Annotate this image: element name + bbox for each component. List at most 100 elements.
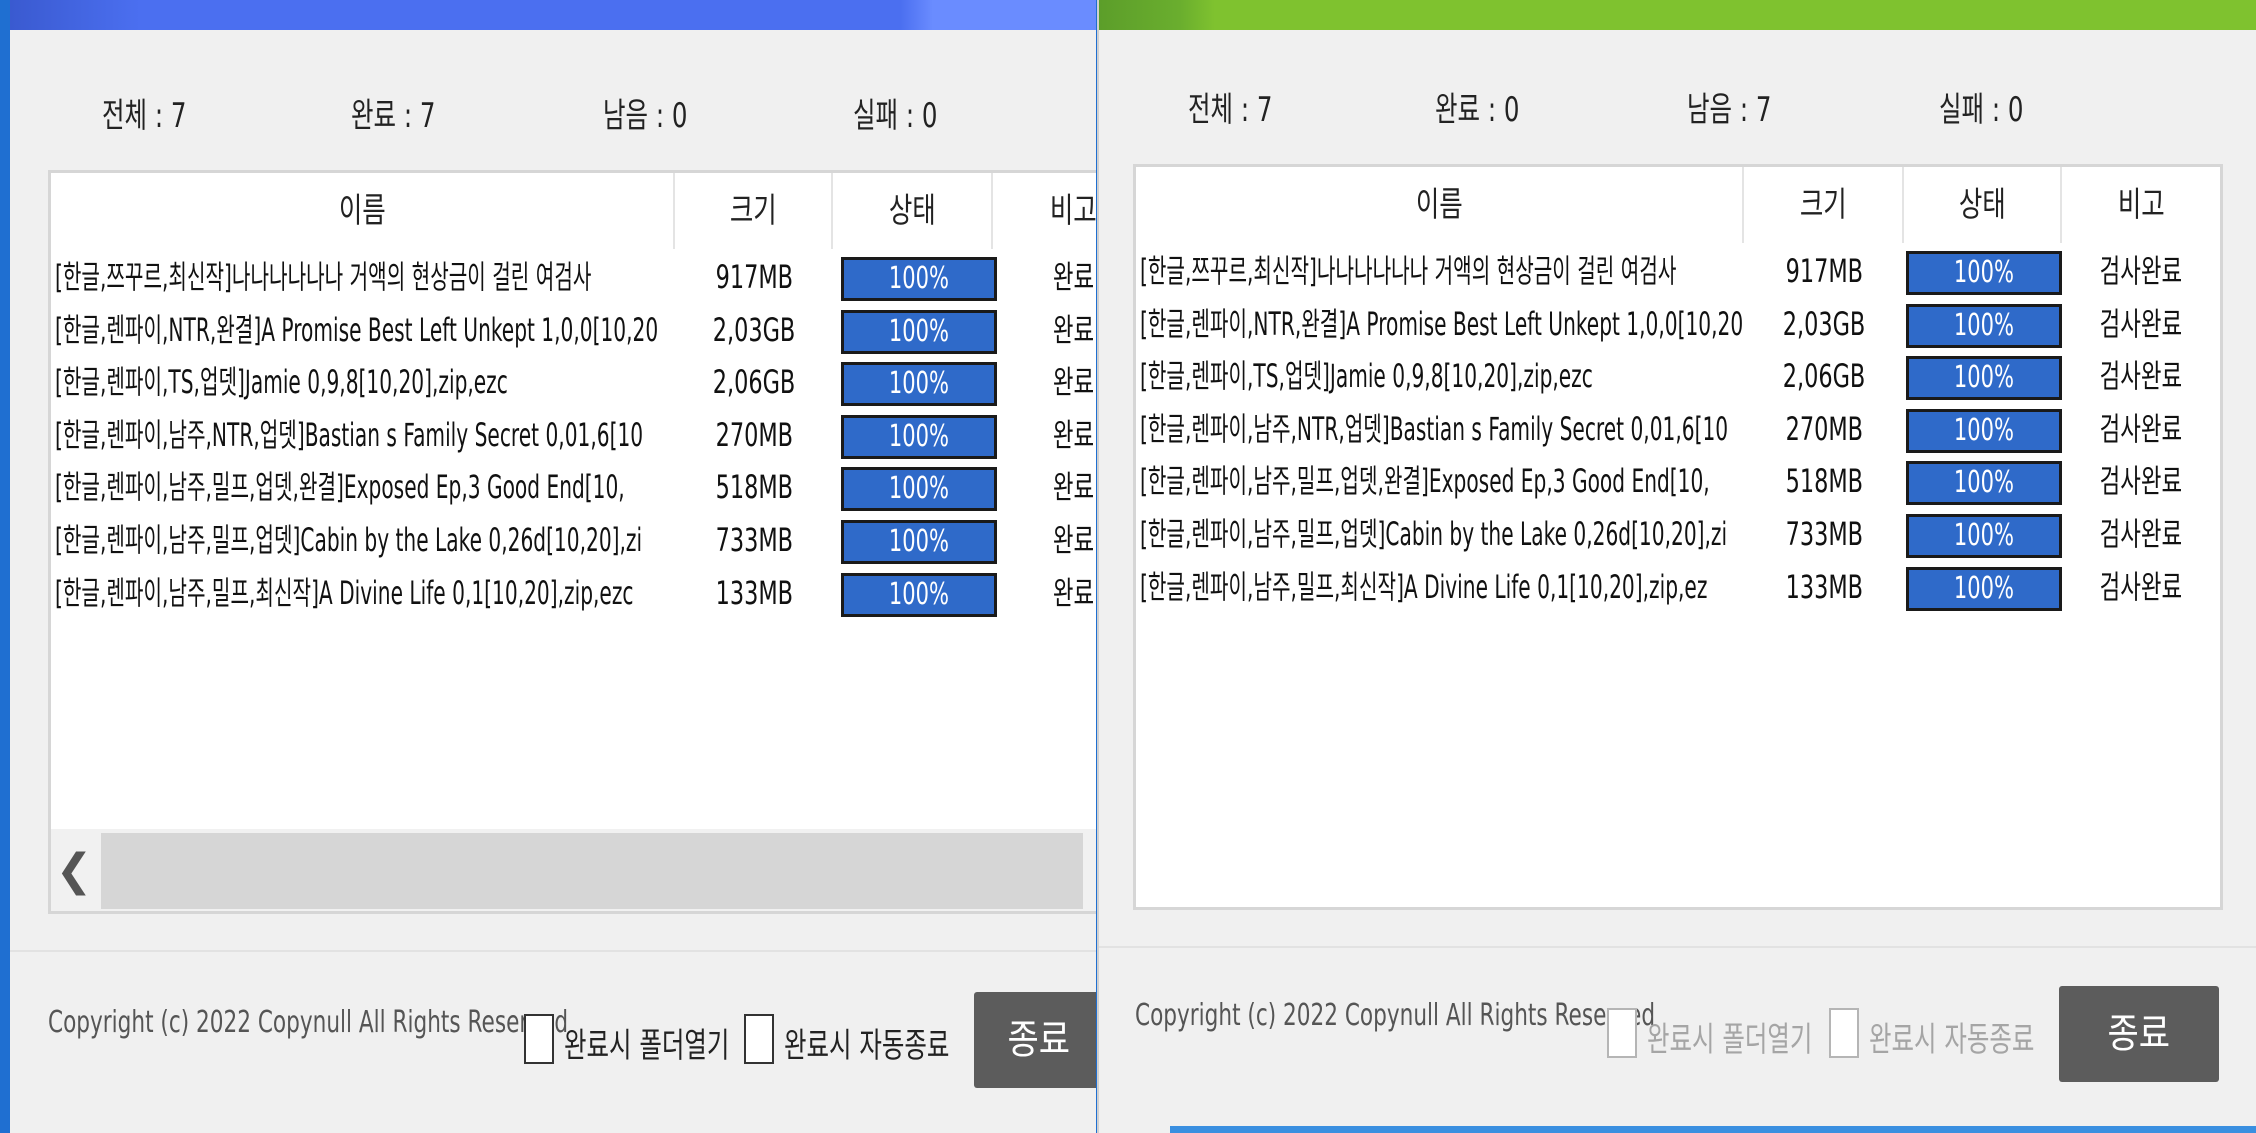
list-item[interactable]: [한글,렌파이,TS,업뎃]Jamie 0,9,8[10,20],zip,ezc… (1136, 350, 2220, 402)
file-size: 2,03GB (1782, 304, 1866, 343)
status-note: 완료 (1052, 415, 1094, 454)
title-bar[interactable] (10, 0, 1096, 30)
stat-done: 완료 : 7 (351, 96, 436, 136)
progress-bar: 100% (841, 257, 997, 301)
close-button[interactable]: 종료 (974, 992, 1096, 1088)
column-header-status[interactable]: 상태 (833, 173, 993, 249)
column-header-note[interactable]: 비고 (993, 173, 1096, 249)
status-note: 검사완료 (2099, 357, 2183, 396)
file-size: 917MB (1785, 252, 1863, 290)
file-name: [한글,렌파이,NTR,완결]A Promise Best Left Unkep… (55, 310, 659, 349)
column-header-size[interactable]: 크기 (1744, 167, 1904, 243)
column-header-size[interactable]: 크기 (675, 173, 833, 249)
list-item[interactable]: [한글,렌파이,남주,밀프,최신작]A Divine Life 0,1[10,2… (1136, 561, 2220, 613)
file-size: 270MB (1785, 409, 1863, 448)
file-size: 133MB (1785, 567, 1863, 606)
progress-bar: 100% (841, 414, 997, 459)
status-note: 검사완료 (2099, 304, 2183, 343)
stat-failed: 실패 : 0 (1939, 90, 2024, 130)
file-size: 518MB (1785, 462, 1863, 501)
checkbox-box[interactable] (524, 1014, 554, 1064)
progress-bar: 100% (1906, 461, 2062, 506)
progress-bar: 100% (841, 467, 997, 512)
file-size: 518MB (715, 468, 793, 507)
file-list[interactable]: 이름 크기 상태 비고 [한글,쯔꾸르,최신작]나나나나나나 거액의 현상금이 … (48, 170, 1096, 914)
column-header-name[interactable]: 이름 (51, 173, 675, 249)
stat-done: 완료 : 0 (1435, 90, 1520, 130)
list-item[interactable]: [한글,쯔꾸르,최신작]나나나나나나 거액의 현상금이 걸린 여검사 917MB 1… (51, 251, 1096, 303)
column-header-status[interactable]: 상태 (1904, 167, 2062, 243)
list-item[interactable]: [한글,렌파이,TS,업뎃]Jamie 0,9,8[10,20],zip,ezc… (51, 356, 1096, 408)
checkbox-box[interactable] (744, 1014, 774, 1064)
file-size: 917MB (715, 258, 793, 296)
column-header-name[interactable]: 이름 (1136, 167, 1744, 243)
progress-bar: 100% (1906, 303, 2062, 348)
status-note: 완료 (1052, 573, 1094, 612)
list-item[interactable]: [한글,렌파이,남주,밀프,업뎃]Cabin by the Lake 0,26d… (1136, 508, 2220, 560)
list-item[interactable]: [한글,렌파이,남주,NTR,업뎃]Bastian s Family Secre… (51, 409, 1096, 461)
close-button[interactable]: 종료 (2059, 986, 2219, 1082)
file-name: [한글,렌파이,남주,밀프,업뎃]Cabin by the Lake 0,26d… (1140, 515, 1728, 553)
progress-bar: 100% (1906, 566, 2062, 611)
chevron-left-icon[interactable]: ❮ (51, 829, 97, 911)
file-name: [한글,렌파이,남주,밀프,업뎃,완결]Exposed Ep,3 Good En… (55, 468, 625, 507)
file-name: [한글,렌파이,TS,업뎃]Jamie 0,9,8[10,20],zip,ezc (55, 363, 508, 402)
list-item[interactable]: [한글,렌파이,남주,밀프,업뎃]Cabin by the Lake 0,26d… (51, 514, 1096, 566)
list-item[interactable]: [한글,렌파이,남주,밀프,최신작]A Divine Life 0,1[10,2… (51, 567, 1096, 619)
file-name: [한글,렌파이,남주,NTR,업뎃]Bastian s Family Secre… (1140, 409, 1729, 448)
progress-bar: 100% (841, 572, 997, 617)
progress-bar: 100% (841, 362, 997, 407)
stat-remaining: 남음 : 7 (1687, 90, 1772, 130)
column-header-note[interactable]: 비고 (2062, 167, 2220, 243)
stat-failed: 실패 : 0 (853, 96, 938, 136)
status-note: 검사완료 (2099, 252, 2183, 290)
status-note: 검사완료 (2099, 409, 2183, 448)
status-note: 검사완료 (2099, 567, 2183, 606)
list-item[interactable]: [한글,렌파이,남주,NTR,업뎃]Bastian s Family Secre… (1136, 403, 2220, 455)
footer-divider (1099, 946, 2256, 948)
copyright-text: Copyright (c) 2022 Copynull All Rights R… (48, 1005, 569, 1040)
checkbox-label: 완료시 자동종료 (784, 1026, 950, 1066)
taskbar-strip (1170, 1126, 2256, 1133)
right-window: 전체 : 7 완료 : 0 남음 : 7 실패 : 0 이름 크기 상태 비고 … (1097, 0, 2256, 1133)
stats-bar: 전체 : 7 완료 : 0 남음 : 7 실패 : 0 (1099, 82, 2256, 132)
progress-bar: 100% (1906, 408, 2062, 453)
list-item[interactable]: [한글,렌파이,남주,밀프,업뎃,완결]Exposed Ep,3 Good En… (51, 461, 1096, 513)
list-item[interactable]: [한글,렌파이,남주,밀프,업뎃,완결]Exposed Ep,3 Good En… (1136, 455, 2220, 507)
file-name: [한글,렌파이,NTR,완결]A Promise Best Left Unkep… (1140, 304, 1742, 343)
file-size: 270MB (715, 415, 793, 454)
checkbox-box (1607, 1008, 1637, 1058)
stat-total: 전체 : 7 (102, 96, 187, 136)
progress-bar: 100% (841, 520, 997, 564)
file-name: [한글,렌파이,남주,밀프,업뎃]Cabin by the Lake 0,26d… (55, 521, 643, 559)
progress-bar: 100% (841, 309, 997, 354)
checkbox-box (1829, 1008, 1859, 1058)
file-name: [한글,렌파이,남주,NTR,업뎃]Bastian s Family Secre… (55, 415, 644, 454)
progress-bar: 100% (1906, 356, 2062, 401)
file-size: 2,03GB (712, 310, 796, 349)
file-size: 2,06GB (712, 363, 796, 402)
list-item[interactable]: [한글,렌파이,NTR,완결]A Promise Best Left Unkep… (51, 304, 1096, 356)
status-note: 완료 (1052, 258, 1094, 296)
file-name: [한글,렌파이,남주,밀프,최신작]A Divine Life 0,1[10,2… (55, 573, 634, 612)
progress-bar: 100% (1906, 251, 2062, 295)
status-note: 완료 (1052, 363, 1094, 402)
list-item[interactable]: [한글,렌파이,NTR,완결]A Promise Best Left Unkep… (1136, 298, 2220, 350)
checkbox-label: 완료시 폴더열기 (564, 1026, 730, 1066)
status-note: 완료 (1052, 468, 1094, 507)
file-list[interactable]: 이름 크기 상태 비고 [한글,쯔꾸르,최신작]나나나나나나 거액의 현상금이 … (1133, 164, 2223, 910)
stat-total: 전체 : 7 (1188, 90, 1273, 130)
status-note: 완료 (1052, 310, 1094, 349)
file-name: [한글,쯔꾸르,최신작]나나나나나나 거액의 현상금이 걸린 여검사 (1140, 252, 1677, 290)
file-name: [한글,쯔꾸르,최신작]나나나나나나 거액의 현상금이 걸린 여검사 (55, 258, 592, 296)
list-item[interactable]: [한글,쯔꾸르,최신작]나나나나나나 거액의 현상금이 걸린 여검사 917MB 1… (1136, 245, 2220, 297)
file-name: [한글,렌파이,남주,밀프,업뎃,완결]Exposed Ep,3 Good En… (1140, 462, 1710, 501)
file-size: 733MB (1785, 515, 1863, 553)
status-note: 검사완료 (2099, 515, 2183, 553)
title-bar[interactable] (1099, 0, 2256, 30)
scrollbar-thumb[interactable] (101, 833, 1083, 909)
left-window: 전체 : 7 완료 : 7 남음 : 0 실패 : 0 이름 크기 상태 비고 … (10, 0, 1096, 1133)
footer-divider (10, 950, 1096, 952)
horizontal-scrollbar[interactable]: ❮ (51, 829, 1096, 911)
status-note: 검사완료 (2099, 462, 2183, 501)
